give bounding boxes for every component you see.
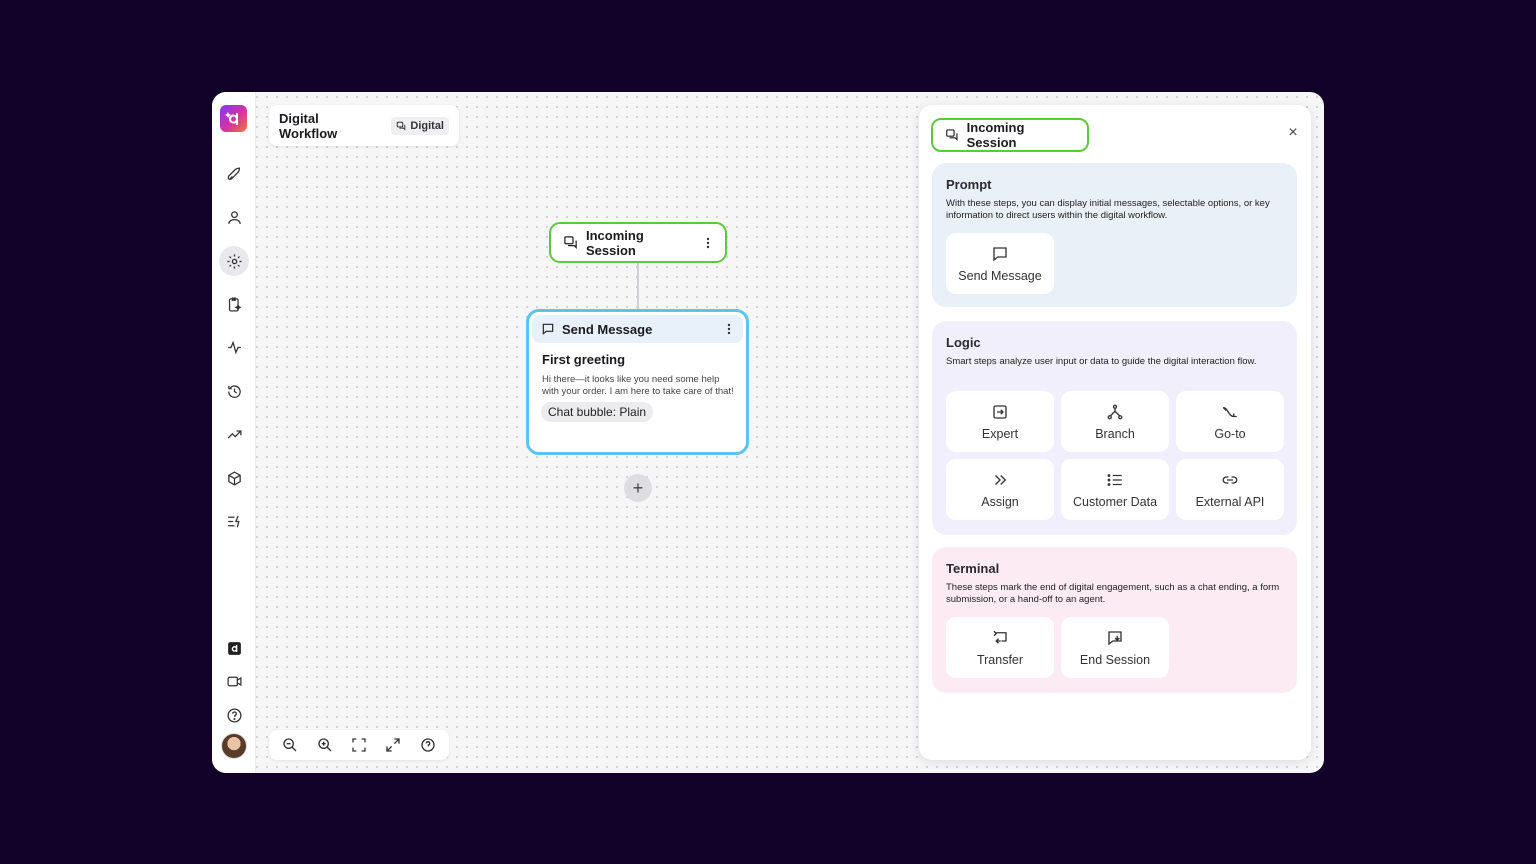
logic-steps: Expert Branch Go-to Assign Customer Data <box>946 391 1284 520</box>
chat-bubble-chip: Chat bubble: Plain <box>541 402 654 422</box>
transfer-icon <box>993 630 1007 644</box>
cube-icon[interactable] <box>219 463 249 493</box>
send-message-node[interactable]: Send Message First greeting Hi there—it … <box>526 309 749 455</box>
help-icon[interactable] <box>417 734 439 756</box>
section-description: Smart steps analyze user input or data t… <box>946 356 1257 367</box>
step-branch[interactable]: Branch <box>1061 391 1169 452</box>
history-icon[interactable] <box>219 376 249 406</box>
user-icon[interactable] <box>219 202 249 232</box>
step-customer-data[interactable]: Customer Data <box>1061 459 1169 520</box>
gear-icon[interactable] <box>219 246 249 276</box>
page-title: Digital Workflow <box>279 110 338 141</box>
step-label: End Session <box>1079 652 1151 667</box>
fit-view-icon[interactable] <box>348 734 370 756</box>
channel-badge-label: Digital <box>410 119 444 132</box>
panel-title: Incoming Session <box>966 120 1025 150</box>
node-connector <box>637 263 639 309</box>
send-message-label: Send Message <box>562 321 653 337</box>
list-bolt-icon[interactable] <box>219 506 249 536</box>
prompt-steps: Send Message <box>946 233 1284 294</box>
zoom-toolbar <box>269 730 449 760</box>
step-label: Expert <box>981 426 1019 441</box>
step-external-api[interactable]: External API <box>1176 459 1284 520</box>
step-library-panel: Incoming Session × Prompt With these ste… <box>919 105 1311 760</box>
more-vertical-icon[interactable] <box>724 322 734 336</box>
avatar[interactable] <box>221 733 247 759</box>
message-icon <box>993 246 1007 261</box>
trending-up-icon[interactable] <box>219 419 249 449</box>
terminal-steps: Transfer End Session <box>946 617 1284 678</box>
step-label: Go-to <box>1214 426 1246 441</box>
node-title: First greeting <box>542 352 626 367</box>
rocket-icon[interactable] <box>219 159 249 189</box>
step-label: Assign <box>981 494 1019 509</box>
message-icon <box>542 323 554 335</box>
section-title: Logic <box>946 335 981 350</box>
send-message-header: Send Message <box>532 315 743 343</box>
end-session-icon <box>1108 630 1122 645</box>
section-title: Terminal <box>946 561 1000 576</box>
channel-badge: Digital <box>391 116 449 135</box>
panel-header: Incoming Session <box>931 118 1089 152</box>
step-label: External API <box>1195 494 1265 509</box>
close-icon[interactable]: × <box>1284 124 1302 142</box>
clipboard-sparkle-icon[interactable] <box>219 289 249 319</box>
expert-icon <box>993 404 1007 419</box>
step-label: Send Message <box>958 268 1042 283</box>
zoom-out-icon[interactable] <box>279 734 301 756</box>
plus-icon: + <box>632 477 644 498</box>
list-icon <box>1107 473 1122 486</box>
prompt-section: Prompt With these steps, you can display… <box>932 163 1297 307</box>
zoom-in-icon[interactable] <box>314 734 336 756</box>
sidebar <box>212 92 256 773</box>
workflow-app: Digital Workflow Digital Incoming Sessio… <box>212 92 1324 773</box>
link-icon <box>1222 475 1238 484</box>
assign-icon <box>995 474 1007 485</box>
branch-icon <box>1107 404 1123 419</box>
section-description: With these steps, you can display initia… <box>946 198 1270 221</box>
chat-icon <box>564 236 577 250</box>
step-transfer[interactable]: Transfer <box>946 617 1054 678</box>
step-goto[interactable]: Go-to <box>1176 391 1284 452</box>
help-icon[interactable] <box>219 700 249 730</box>
add-step-button[interactable]: + <box>624 474 652 502</box>
step-label: Branch <box>1095 426 1135 441</box>
step-assign[interactable]: Assign <box>946 459 1054 520</box>
node-body: Hi there—it looks like you need some hel… <box>542 374 734 397</box>
chat-icon <box>946 129 958 141</box>
section-description: These steps mark the end of digital enga… <box>946 582 1280 605</box>
app-logo[interactable] <box>220 105 247 132</box>
step-label: Transfer <box>976 652 1024 667</box>
activity-icon[interactable] <box>219 332 249 362</box>
step-send-message[interactable]: Send Message <box>946 233 1054 294</box>
step-label: Customer Data <box>1072 494 1158 509</box>
incoming-session-label: Incoming Session <box>586 227 644 258</box>
terminal-section: Terminal These steps mark the end of dig… <box>932 547 1297 693</box>
step-expert[interactable]: Expert <box>946 391 1054 452</box>
workflow-title-card: Digital Workflow Digital <box>269 105 459 146</box>
goto-icon <box>1222 406 1237 417</box>
more-vertical-icon[interactable] <box>703 236 713 250</box>
brand-icon[interactable] <box>219 633 249 663</box>
step-end-session[interactable]: End Session <box>1061 617 1169 678</box>
incoming-session-node[interactable]: Incoming Session <box>549 222 727 263</box>
expand-icon[interactable] <box>382 734 404 756</box>
logic-section: Logic Smart steps analyze user input or … <box>932 321 1297 535</box>
section-title: Prompt <box>946 177 992 192</box>
chat-icon <box>397 121 406 131</box>
video-icon[interactable] <box>219 666 249 696</box>
